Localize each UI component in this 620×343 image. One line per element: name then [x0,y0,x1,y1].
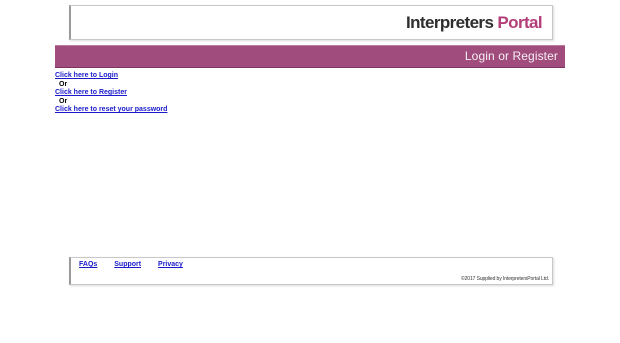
copyright-text: ©2017 Supplied by InterpretersPortal Ltd… [461,276,549,282]
footer-link-privacy[interactable]: Privacy [158,261,183,268]
auth-links: Click here to Login Or Click here to Reg… [55,72,167,115]
reset-password-link[interactable]: Click here to reset your password [55,106,167,115]
or-separator: Or [59,97,68,105]
register-link[interactable]: Click here to Register [55,89,167,98]
logo-text-interpreters: Interpreters [406,13,494,32]
site-logo[interactable]: Interpreters Portal [406,13,543,33]
login-link[interactable]: Click here to Login [55,72,167,81]
logo-text-portal: Portal [497,13,542,32]
page-title: Login or Register [464,49,558,63]
footer-links: FAQs Support Privacy [79,261,198,268]
page-banner: Login or Register [55,45,565,68]
or-separator: Or [59,80,68,88]
footer: FAQs Support Privacy ©2017 Supplied by I… [69,257,553,285]
page: Interpreters Portal Login or Register Cl… [0,0,620,343]
footer-link-faqs[interactable]: FAQs [79,261,97,268]
header: Interpreters Portal [69,5,553,40]
footer-link-support[interactable]: Support [114,261,141,268]
